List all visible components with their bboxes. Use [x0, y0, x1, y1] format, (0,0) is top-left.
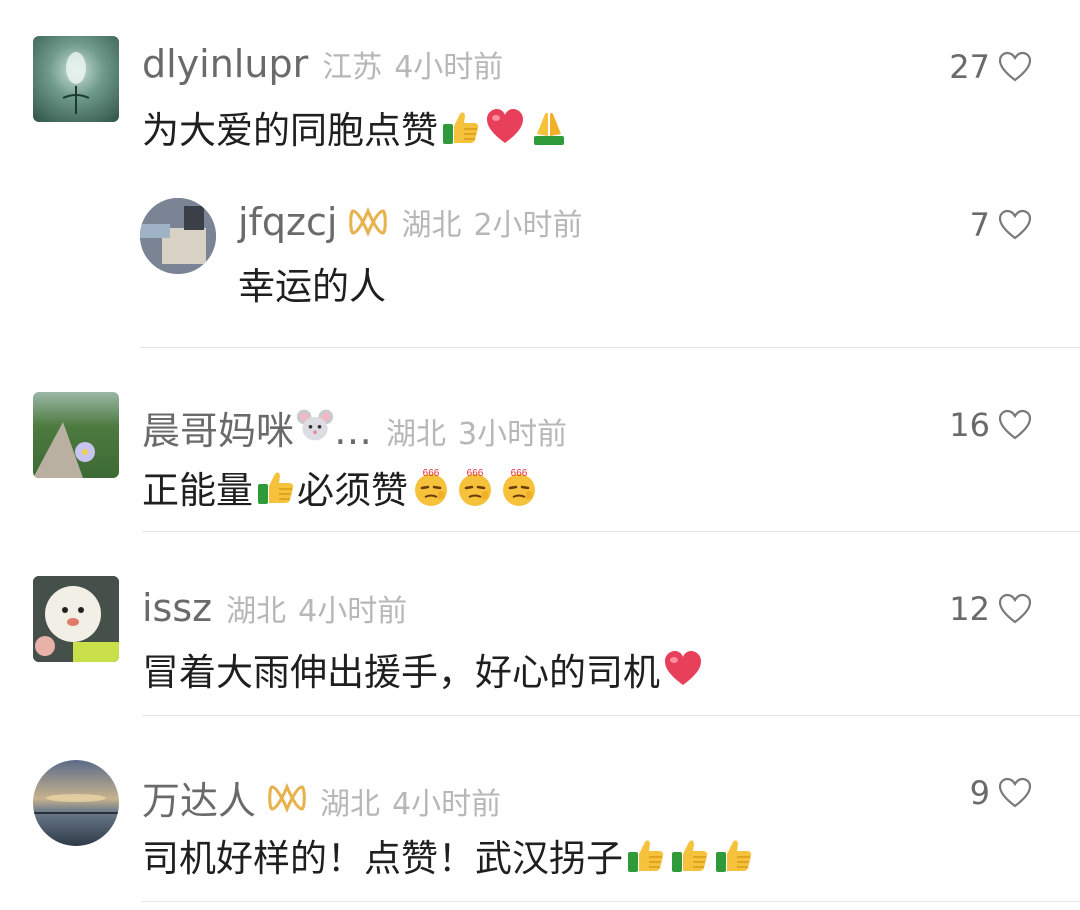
lotus-avatar-image: [62, 52, 90, 114]
location: 湖北: [401, 208, 462, 243]
location: 湖北: [386, 417, 447, 452]
like-count: 27: [949, 48, 990, 86]
mouse-face-icon: [296, 406, 334, 444]
like-count: 7: [969, 206, 990, 244]
username[interactable]: 晨哥妈咪: [142, 400, 294, 455]
username[interactable]: dlyinlupr: [142, 42, 308, 86]
666-emoji-icon: [498, 466, 540, 508]
thumbs-up-icon: [255, 466, 297, 508]
comment-item: 万达人 湖北 4小时前 司机好样的！点赞！武汉拐子 9: [0, 716, 1080, 910]
comment-text-content: 正能量: [142, 469, 253, 512]
flower-avatar-image: [33, 422, 95, 478]
like-count: 12: [949, 590, 990, 628]
666-emoji-icon: [410, 466, 452, 508]
heart-outline-icon[interactable]: [998, 209, 1032, 241]
like-button[interactable]: 9: [970, 774, 1032, 812]
thumbs-up-icon: [669, 834, 711, 876]
comment-text-content: 为大爱的同胞点赞: [142, 109, 438, 152]
heart-icon: [662, 648, 704, 690]
thumbs-up-icon: [440, 106, 482, 148]
like-button[interactable]: 27: [949, 48, 1032, 86]
thumbs-up-icon: [625, 834, 667, 876]
like-count: 16: [949, 406, 990, 444]
comment-item: 晨哥妈咪 … 湖北 3小时前 正能量 必须赞 16: [0, 350, 1080, 532]
avatar[interactable]: [33, 760, 119, 846]
heart-outline-icon[interactable]: [998, 593, 1032, 625]
desk-avatar-image: [140, 198, 216, 274]
avatar[interactable]: [140, 198, 216, 274]
heart-outline-icon[interactable]: [998, 51, 1032, 83]
comment-text: 为大爱的同胞点赞: [142, 100, 570, 154]
timestamp: 4小时前: [298, 594, 408, 629]
avatar[interactable]: [33, 576, 119, 662]
reply-item: jfqzcj 湖北 2小时前 幸运的人 7: [0, 180, 1080, 350]
timestamp: 2小时前: [473, 208, 583, 243]
badge-icon: [349, 207, 387, 237]
username[interactable]: 万达人: [142, 770, 256, 825]
location: 江苏: [322, 50, 383, 85]
666-emoji-icon: [454, 466, 496, 508]
divider: [140, 347, 1080, 348]
plush-avatar-image: [33, 576, 119, 662]
comment-text-content: 司机好样的！点赞！武汉拐子: [142, 837, 623, 880]
like-button[interactable]: 12: [949, 590, 1032, 628]
comment-text-content: 必须赞: [297, 469, 408, 512]
comment-text: 司机好样的！点赞！武汉拐子: [142, 828, 755, 882]
comment-text-content: 幸运的人: [238, 265, 386, 308]
like-count: 9: [969, 774, 990, 812]
comment-text: 幸运的人: [238, 256, 386, 310]
like-button[interactable]: 16: [949, 406, 1032, 444]
timestamp: 4小时前: [394, 50, 504, 85]
badge-icon: [268, 783, 306, 813]
comment-text: 正能量 必须赞: [142, 460, 540, 514]
location: 湖北: [226, 594, 287, 629]
timestamp: 3小时前: [458, 417, 568, 452]
praying-hands-icon: [528, 106, 570, 148]
divider: [142, 901, 1080, 902]
comment-text: 冒着大雨伸出援手，好心的司机: [142, 642, 704, 696]
like-button[interactable]: 7: [970, 206, 1032, 244]
avatar[interactable]: [33, 36, 119, 122]
heart-outline-icon[interactable]: [998, 777, 1032, 809]
username[interactable]: jfqzcj: [238, 200, 337, 244]
heart-outline-icon[interactable]: [998, 409, 1032, 441]
avatar[interactable]: [33, 392, 119, 478]
comment-item: issz 湖北 4小时前 冒着大雨伸出援手，好心的司机 12: [0, 532, 1080, 716]
comment-text-content: 冒着大雨伸出援手，好心的司机: [142, 651, 660, 694]
heart-icon: [484, 106, 526, 148]
username[interactable]: issz: [142, 586, 212, 630]
comment-item: dlyinlupr 江苏 4小时前 为大爱的同胞点赞 27: [0, 0, 1080, 180]
thumbs-up-icon: [713, 834, 755, 876]
username-ellipsis: …: [334, 409, 373, 453]
location: 湖北: [320, 787, 381, 822]
sunset-avatar-image: [33, 794, 119, 814]
timestamp: 4小时前: [392, 787, 502, 822]
